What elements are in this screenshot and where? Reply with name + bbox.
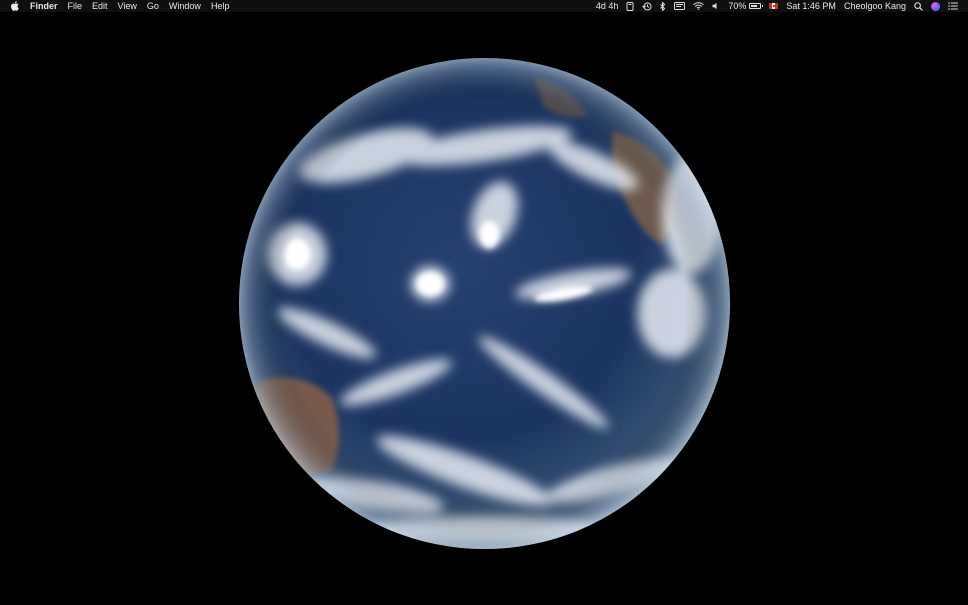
menu-bar: Finder File Edit View Go Window Help 4d … bbox=[0, 0, 968, 12]
document-icon[interactable] bbox=[622, 1, 638, 11]
earth-wallpaper bbox=[238, 57, 731, 550]
volume-icon[interactable] bbox=[708, 2, 724, 10]
battery-level bbox=[751, 5, 757, 7]
canada-flag-icon[interactable] bbox=[765, 3, 782, 9]
menu-view[interactable]: View bbox=[113, 0, 142, 12]
app-menu-finder[interactable]: Finder bbox=[25, 0, 63, 12]
siri-icon[interactable] bbox=[927, 1, 944, 11]
menu-help[interactable]: Help bbox=[206, 0, 235, 12]
flag-icon[interactable] bbox=[670, 2, 689, 10]
wifi-icon[interactable] bbox=[689, 2, 708, 10]
battery-icon bbox=[749, 3, 764, 9]
desktop bbox=[0, 12, 968, 605]
notification-center-icon[interactable] bbox=[944, 2, 968, 10]
battery-status[interactable]: 70% bbox=[724, 0, 765, 12]
search-icon[interactable] bbox=[910, 1, 927, 11]
menu-file[interactable]: File bbox=[63, 0, 88, 12]
bluetooth-icon[interactable] bbox=[656, 1, 670, 11]
battery-percent: 70% bbox=[728, 1, 747, 11]
clock[interactable]: Sat 1:46 PM bbox=[782, 0, 840, 12]
battery-time-remaining[interactable]: 4d 4h bbox=[592, 0, 623, 12]
menu-edit[interactable]: Edit bbox=[87, 0, 113, 12]
apple-icon[interactable] bbox=[0, 1, 25, 11]
menu-window[interactable]: Window bbox=[164, 0, 206, 12]
time-machine-icon[interactable] bbox=[638, 2, 656, 11]
user-name[interactable]: Cheolgoo Kang bbox=[840, 0, 910, 12]
menu-go[interactable]: Go bbox=[142, 0, 164, 12]
